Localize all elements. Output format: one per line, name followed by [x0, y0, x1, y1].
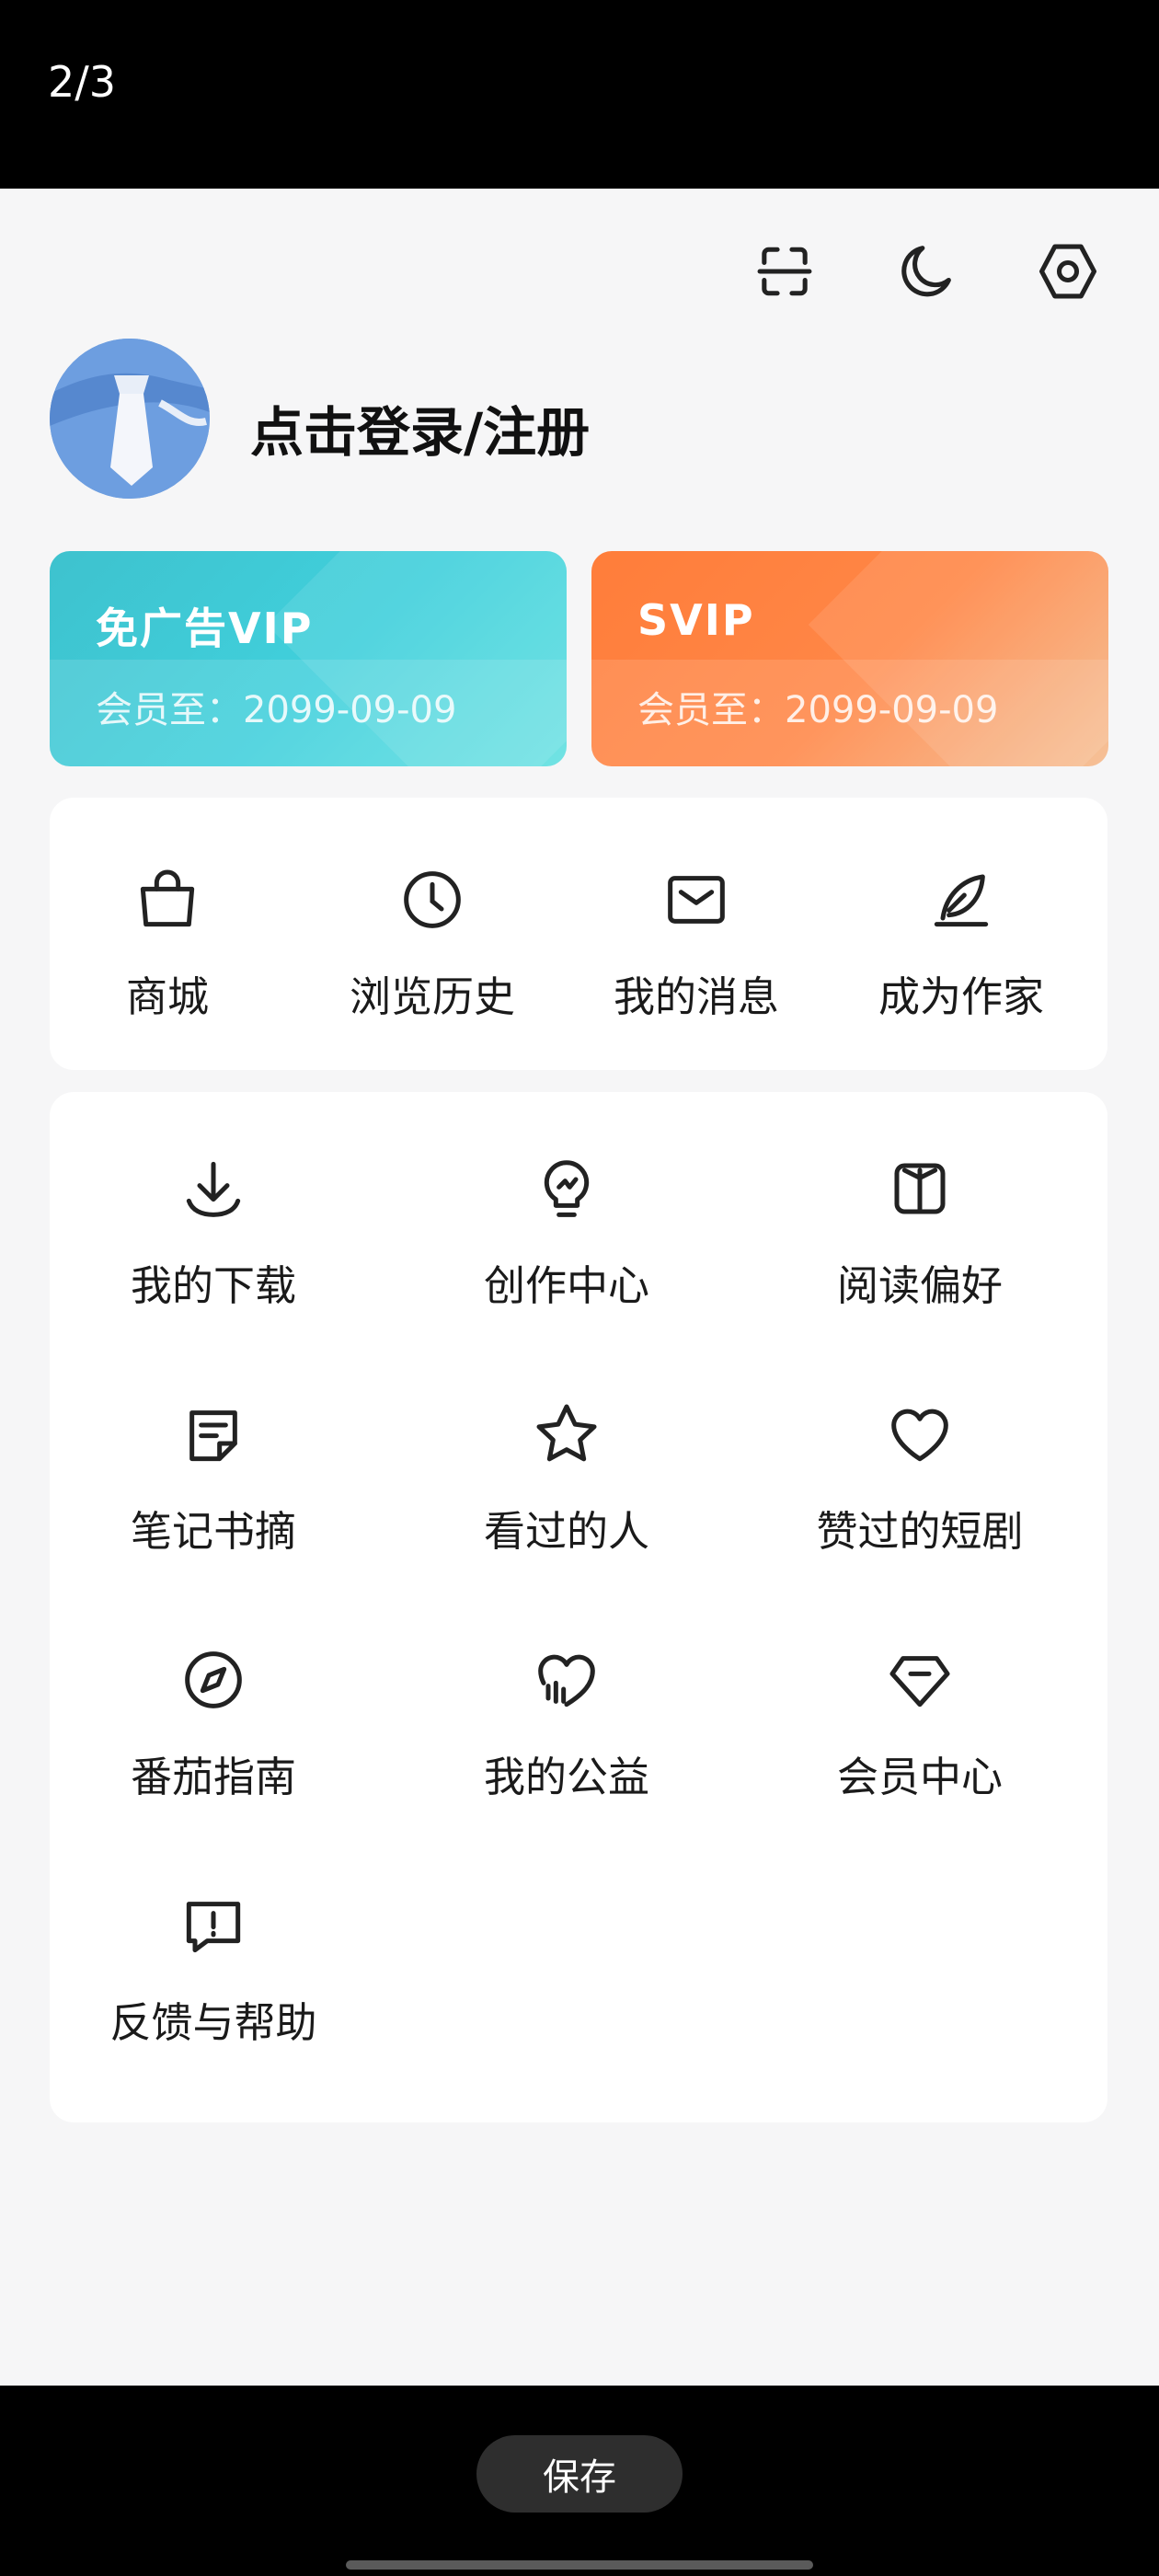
compass-icon	[172, 1639, 255, 1721]
vip-card-expiry: 会员至：2099-09-09	[96, 689, 457, 731]
login-register-link[interactable]: 点击登录/注册	[250, 389, 590, 466]
charity-heart-icon	[525, 1639, 608, 1721]
bag-icon	[126, 858, 209, 941]
vip-card-title: 免广告VIP	[96, 604, 314, 653]
shortcuts-card: 商城 浏览历史 我的消息 成为作家	[50, 798, 1107, 1070]
profile-screen: 点击登录/注册 免广告VIP 会员至：2099-09-09 SVIP 会员至：2…	[0, 189, 1159, 2386]
download-icon	[172, 1147, 255, 1230]
moon-icon[interactable]	[889, 235, 962, 308]
service-label: 创作中心	[483, 1261, 649, 1310]
save-button[interactable]: 保存	[476, 2435, 683, 2513]
vip-card-title: SVIP	[637, 595, 755, 645]
service-my-charity[interactable]: 我的公益	[429, 1639, 705, 1803]
service-feedback-help[interactable]: 反馈与帮助	[75, 1884, 351, 2049]
shortcut-label: 浏览历史	[349, 972, 515, 1021]
note-icon	[172, 1393, 255, 1476]
shortcut-messages[interactable]: 我的消息	[604, 858, 788, 1023]
svip-card[interactable]: SVIP 会员至：2099-09-09	[591, 551, 1108, 766]
service-label: 笔记书摘	[130, 1507, 296, 1556]
service-label: 阅读偏好	[836, 1261, 1003, 1310]
service-creation-center[interactable]: 创作中心	[429, 1147, 705, 1312]
viewer-top-bar: 2/3	[0, 0, 1159, 189]
service-my-downloads[interactable]: 我的下载	[75, 1147, 351, 1312]
clock-icon	[391, 858, 474, 941]
vip-card-expiry: 会员至：2099-09-09	[637, 689, 999, 731]
page-counter: 2/3	[48, 57, 117, 107]
viewer-bottom-bar: 保存	[0, 2386, 1159, 2576]
service-reading-preference[interactable]: 阅读偏好	[782, 1147, 1058, 1312]
avatar[interactable]	[50, 339, 210, 499]
service-liked-short-dramas[interactable]: 赞过的短剧	[782, 1393, 1058, 1558]
service-viewed-people[interactable]: 看过的人	[429, 1393, 705, 1558]
service-label: 我的公益	[483, 1753, 649, 1801]
service-label: 我的下载	[130, 1261, 296, 1310]
service-label: 会员中心	[836, 1753, 1003, 1801]
home-indicator[interactable]	[346, 2560, 813, 2570]
feedback-icon	[172, 1884, 255, 1967]
shortcut-label: 商城	[125, 972, 209, 1021]
ad-free-vip-card[interactable]: 免广告VIP 会员至：2099-09-09	[50, 551, 567, 766]
heart-icon	[878, 1393, 961, 1476]
book-icon	[878, 1147, 961, 1230]
shortcut-mall[interactable]: 商城	[75, 858, 259, 1023]
diamond-icon	[878, 1639, 961, 1721]
shortcut-label: 我的消息	[613, 972, 779, 1021]
service-label: 反馈与帮助	[109, 1998, 317, 2047]
service-notes[interactable]: 笔记书摘	[75, 1393, 351, 1558]
service-member-center[interactable]: 会员中心	[782, 1639, 1058, 1803]
star-icon	[525, 1393, 608, 1476]
settings-icon[interactable]	[1031, 235, 1105, 308]
service-fanqie-guide[interactable]: 番茄指南	[75, 1639, 351, 1803]
quill-icon	[920, 858, 1003, 941]
service-label: 看过的人	[483, 1507, 649, 1556]
shortcut-become-writer[interactable]: 成为作家	[869, 858, 1053, 1023]
shortcut-history[interactable]: 浏览历史	[340, 858, 524, 1023]
shortcut-label: 成为作家	[878, 972, 1044, 1021]
mail-icon	[655, 858, 738, 941]
service-label: 番茄指南	[130, 1753, 296, 1801]
service-label: 赞过的短剧	[816, 1507, 1024, 1556]
services-card: 我的下载 创作中心 阅读偏好 笔记书摘 看过的人 赞过的短剧 番茄指南 我的公益…	[50, 1092, 1107, 2122]
lightbulb-icon	[525, 1147, 608, 1230]
scan-icon[interactable]	[748, 235, 821, 308]
